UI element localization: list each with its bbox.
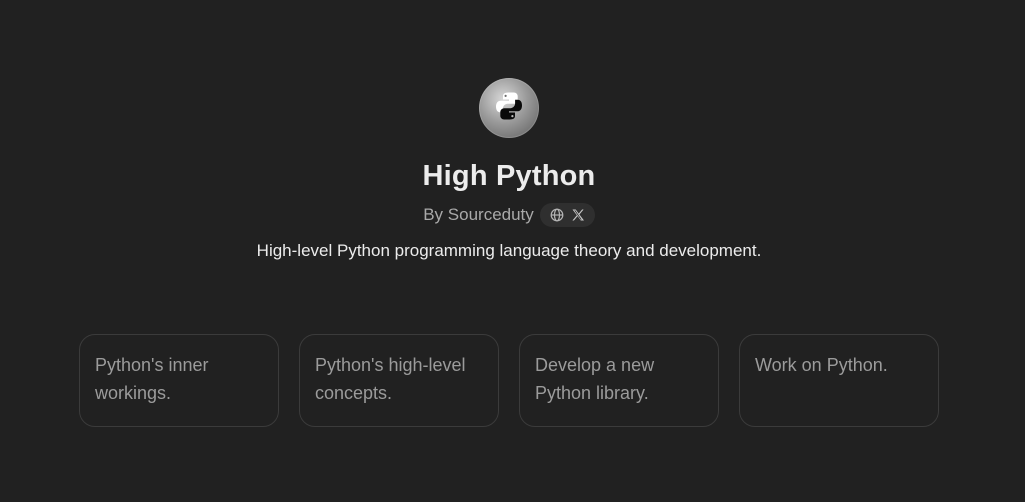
gpt-landing-page: High Python By Sourceduty High-level Pyt… bbox=[0, 0, 1025, 502]
author-label: By Sourceduty bbox=[423, 205, 534, 224]
conversation-starters: Python's inner workings. Python's high-l… bbox=[79, 334, 939, 427]
starter-card-new-library[interactable]: Develop a new Python library. bbox=[519, 334, 719, 427]
gpt-title: High Python bbox=[422, 160, 596, 192]
globe-icon[interactable] bbox=[550, 208, 564, 222]
python-logo-icon bbox=[492, 89, 526, 128]
starter-card-work-on-python[interactable]: Work on Python. bbox=[739, 334, 939, 427]
starter-card-inner-workings[interactable]: Python's inner workings. bbox=[79, 334, 279, 427]
starter-card-high-level-concepts[interactable]: Python's high-level concepts. bbox=[299, 334, 499, 427]
gpt-header: High Python By Sourceduty High-level Pyt… bbox=[0, 78, 1018, 263]
x-logo-icon[interactable] bbox=[571, 208, 585, 222]
gpt-byline: By Sourceduty bbox=[423, 203, 595, 227]
gpt-description: High-level Python programming language t… bbox=[256, 241, 762, 260]
gpt-avatar bbox=[479, 78, 539, 138]
author-links bbox=[539, 203, 595, 227]
